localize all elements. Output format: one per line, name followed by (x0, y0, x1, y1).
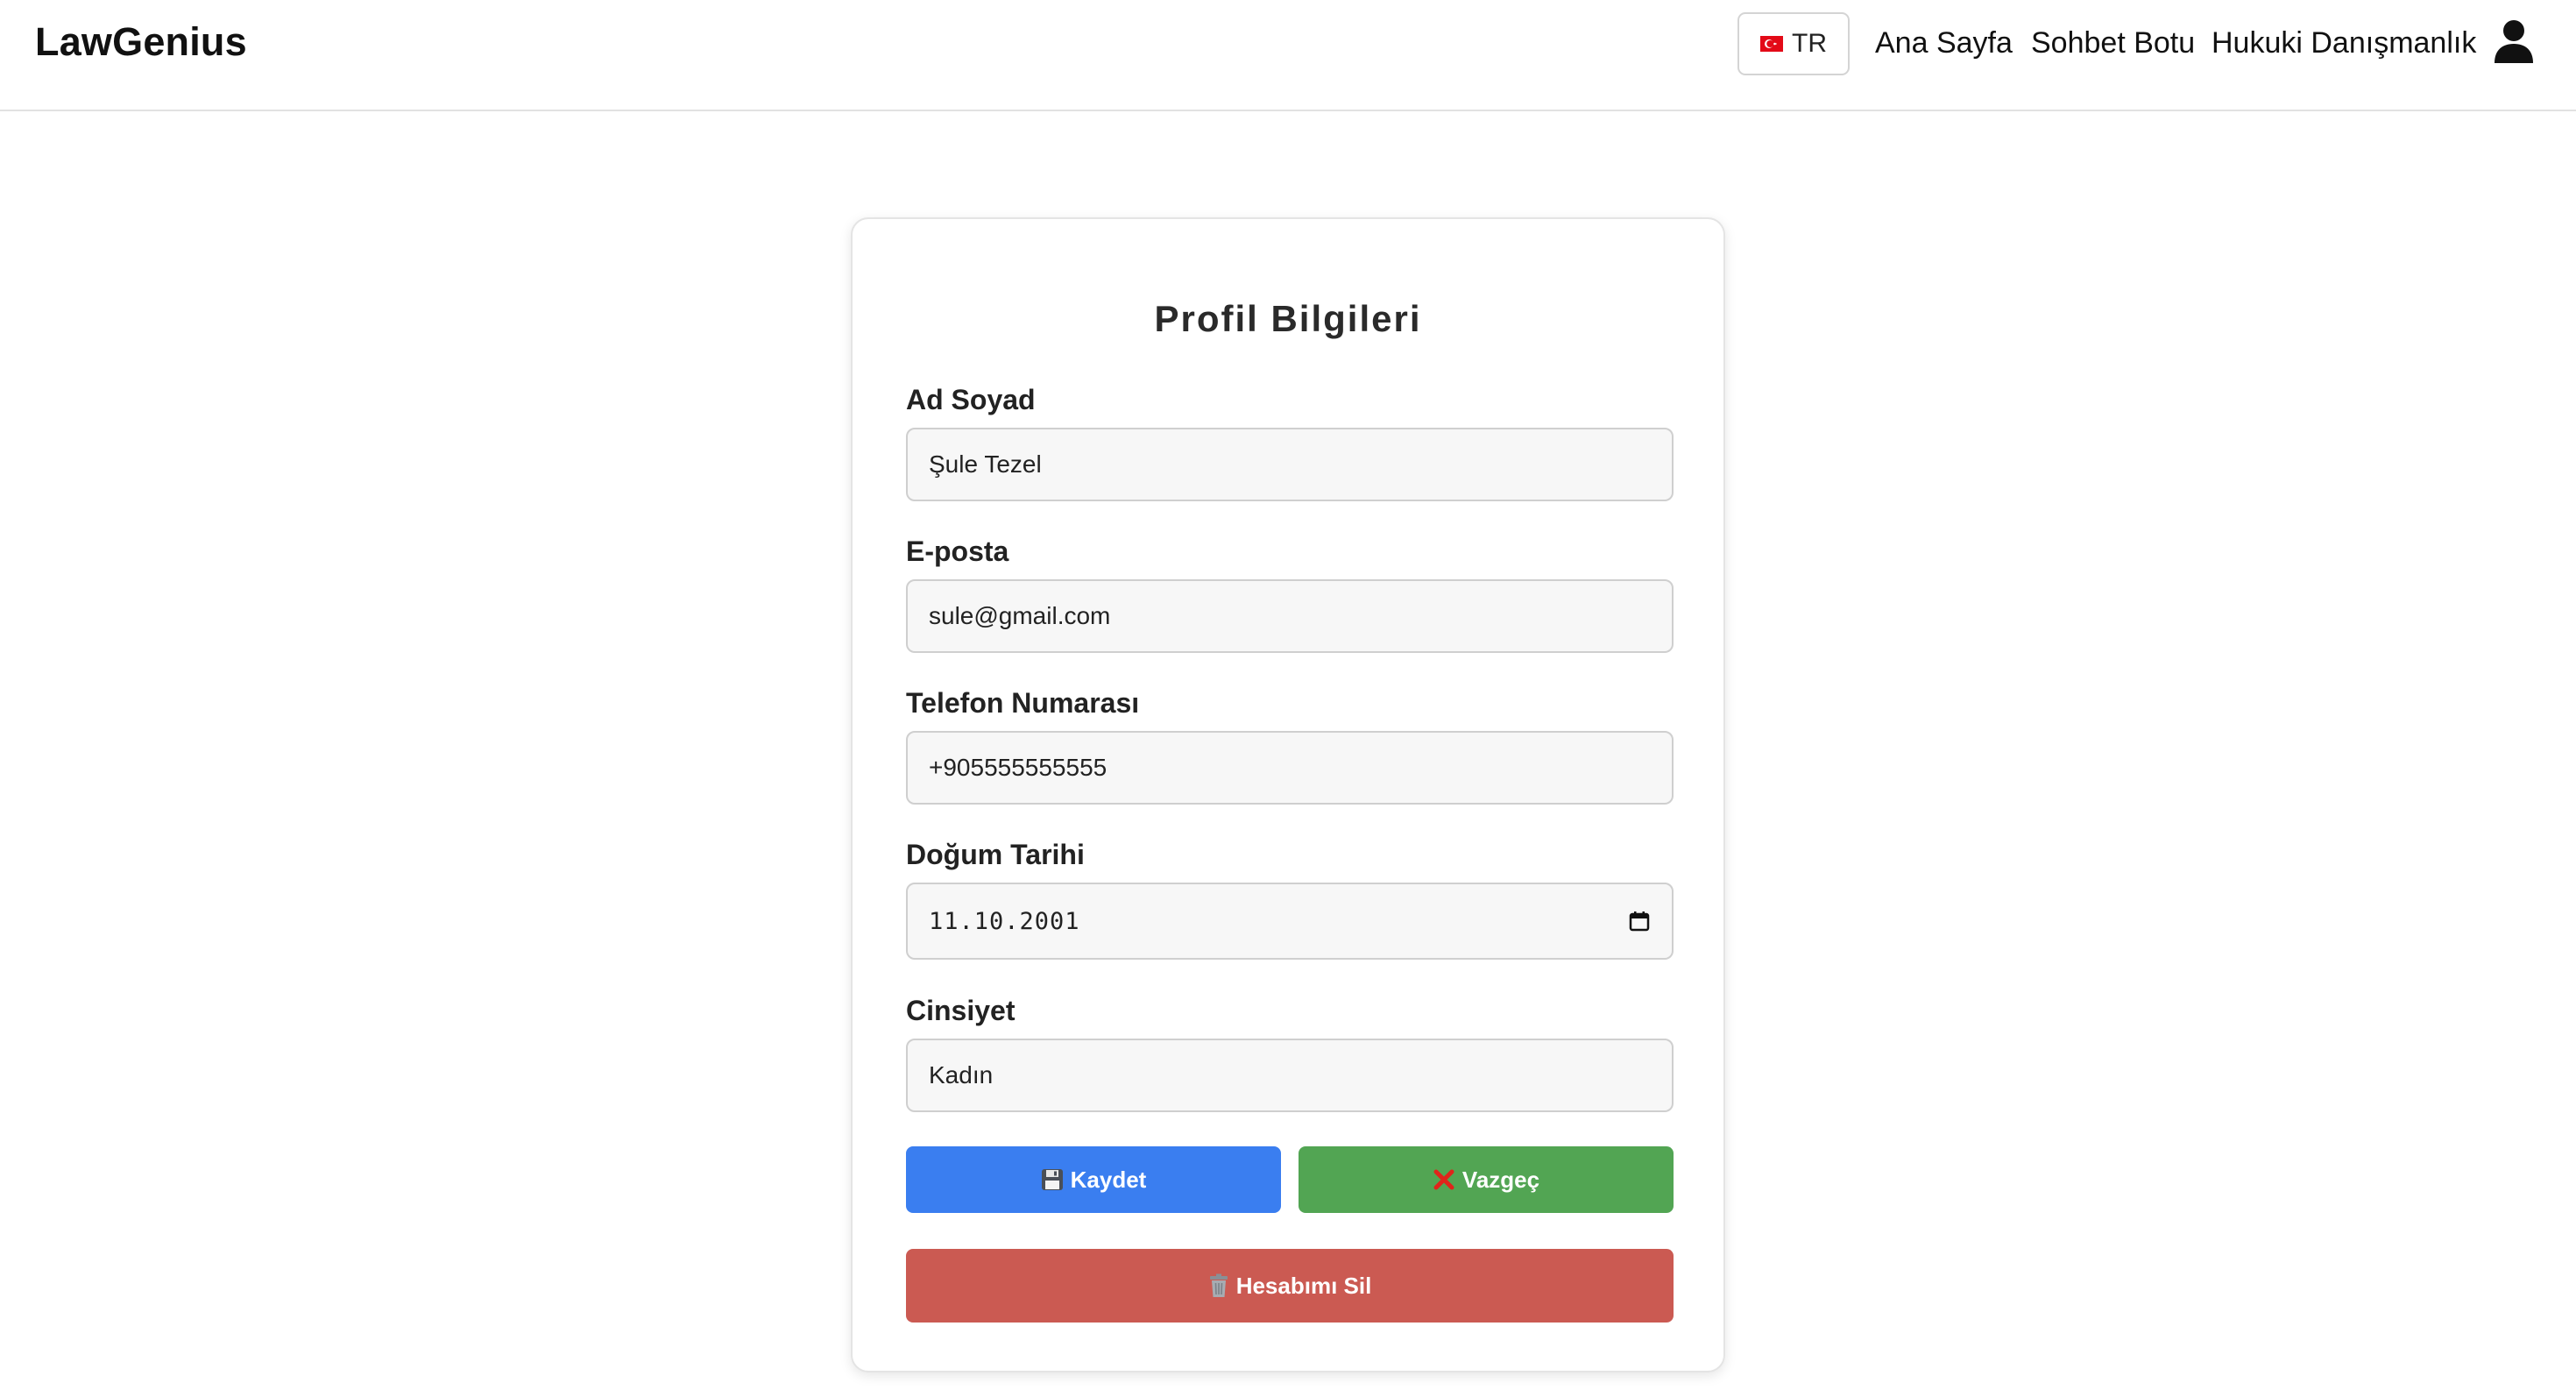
cancel-button-label: Vazgeç (1461, 1166, 1540, 1193)
floppy-disk-icon (1041, 1169, 1063, 1190)
email-label: E-posta (906, 535, 1009, 567)
nav-link-home[interactable]: Ana Sayfa (1875, 26, 2013, 60)
profile-title: Profil Bilgileri (1154, 298, 1422, 339)
nav-link-chatbot[interactable]: Sohbet Botu (2031, 26, 2195, 60)
language-code: TR (1792, 29, 1827, 58)
profile-card: Profil Bilgileri Ad Soyad Şule Tezel E-p… (851, 217, 1725, 1372)
cross-mark-icon (1433, 1169, 1454, 1190)
phone-label: Telefon Numarası (906, 687, 1140, 719)
nav-link-legal-consulting[interactable]: Hukuki Danışmanlık (2212, 26, 2476, 60)
turkey-flag-icon (1760, 36, 1783, 52)
cancel-button[interactable]: Vazgeç (1299, 1146, 1674, 1213)
phone-value: +905555555555 (929, 754, 1108, 781)
full-name-label: Ad Soyad (906, 384, 1036, 415)
birthdate-value: 11.10.2001 (929, 907, 1080, 935)
phone-input[interactable]: +905555555555 (906, 731, 1674, 805)
full-name-input[interactable]: Şule Tezel (906, 428, 1674, 501)
brand-logo[interactable]: LawGenius (35, 19, 247, 65)
birthdate-input[interactable]: 11.10.2001 (906, 883, 1674, 960)
delete-account-button[interactable]: Hesabımı Sil (906, 1249, 1674, 1323)
gender-value: Kadın (929, 1061, 994, 1089)
gender-label: Cinsiyet (906, 995, 1016, 1026)
delete-account-button-label: Hesabımı Sil (1235, 1272, 1372, 1299)
save-button[interactable]: Kaydet (906, 1146, 1281, 1213)
email-value: sule@gmail.com (929, 602, 1111, 629)
full-name-value: Şule Tezel (929, 450, 1042, 478)
gender-input[interactable]: Kadın (906, 1039, 1674, 1112)
user-icon[interactable] (2494, 19, 2534, 65)
calendar-icon[interactable] (1628, 910, 1651, 933)
birthdate-label: Doğum Tarihi (906, 839, 1085, 870)
email-input[interactable]: sule@gmail.com (906, 579, 1674, 653)
trash-icon (1209, 1273, 1228, 1297)
save-button-label: Kaydet (1070, 1166, 1147, 1193)
language-switcher-button[interactable]: TR (1737, 12, 1850, 75)
top-navbar: LawGenius TR Ana Sayfa Sohbet Botu Hukuk… (0, 0, 2576, 111)
